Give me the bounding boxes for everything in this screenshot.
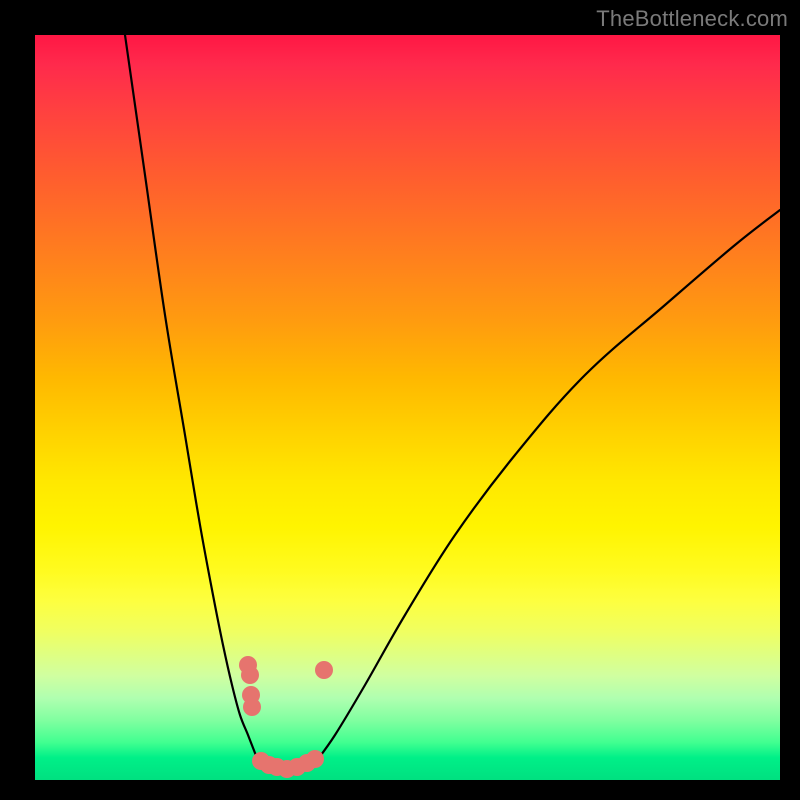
plot-area xyxy=(35,35,780,780)
left-marker-4 xyxy=(243,698,261,716)
flat-marker-7 xyxy=(306,750,324,768)
watermark-text: TheBottleneck.com xyxy=(596,6,788,32)
chart-svg xyxy=(35,35,780,780)
curve-right-branch xyxy=(315,210,780,763)
outer-frame: TheBottleneck.com xyxy=(0,0,800,800)
curve-left-branch xyxy=(125,35,259,763)
left-marker-2 xyxy=(241,666,259,684)
right-marker-1 xyxy=(315,661,333,679)
markers-group xyxy=(239,656,333,778)
curve-group xyxy=(125,35,780,769)
